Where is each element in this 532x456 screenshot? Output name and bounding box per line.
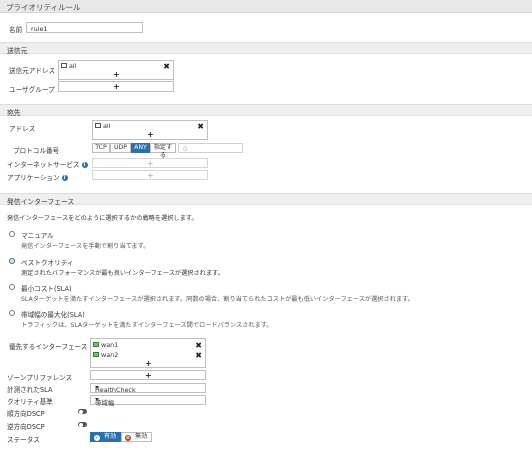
- strategy-best-quality-radio[interactable]: [9, 258, 15, 264]
- preferred-interface-label: 優先するインターフェース: [9, 343, 88, 351]
- reverse-dscp-label: 逆方向DSCP: [7, 423, 45, 431]
- remove-icon[interactable]: ✖: [197, 123, 204, 131]
- remove-icon[interactable]: ✖: [195, 352, 202, 360]
- strategy-best-quality-title[interactable]: ベストクオリティ: [21, 257, 74, 267]
- name-label: 名前: [9, 26, 23, 34]
- strategy-best-quality-desc: 測定されたパフォーマンスが最も良いインターフェースが選択されます。: [21, 270, 224, 277]
- source-address-entry-label: all: [69, 62, 77, 70]
- user-group-field[interactable]: +: [58, 81, 174, 92]
- application-label: アプリケーション i: [7, 172, 68, 182]
- add-icon[interactable]: +: [147, 160, 154, 168]
- source-section-header: 送信元: [0, 42, 532, 55]
- status-enable-button[interactable]: ✓ 有効: [90, 432, 122, 442]
- application-field[interactable]: +: [92, 170, 208, 180]
- protocol-udp-button[interactable]: UDP: [110, 143, 131, 153]
- protocol-number-input[interactable]: 0: [178, 143, 243, 153]
- add-icon[interactable]: +: [145, 372, 152, 380]
- add-icon[interactable]: +: [113, 71, 120, 79]
- outgoing-section-title: 発信インターフェース: [7, 198, 75, 206]
- source-section-title: 送信元: [7, 47, 28, 55]
- measured-sla-label: 計測されたSLA: [7, 386, 53, 394]
- preferred-interface-field[interactable]: wan1 ✖ wan2 ✖ +: [90, 338, 206, 368]
- reverse-dscp-toggle[interactable]: [78, 422, 87, 427]
- internet-service-field[interactable]: +: [92, 158, 208, 168]
- strategy-manual-radio[interactable]: [9, 231, 15, 237]
- protocol-any-button[interactable]: ANY: [131, 143, 150, 153]
- remove-icon[interactable]: ✖: [163, 63, 170, 71]
- interface-icon: [93, 351, 99, 357]
- destination-section-title: 宛先: [7, 109, 21, 117]
- protocol-number-value: 0: [183, 145, 188, 153]
- strategy-max-bandwidth-desc: トラフィックは、SLAターゲットを満たすインターフェース間でロードバランスされま…: [21, 322, 273, 329]
- application-text: アプリケーション: [7, 174, 60, 182]
- name-input[interactable]: rule1: [26, 22, 143, 33]
- status-disable-button[interactable]: ⊘ 無効: [121, 432, 153, 442]
- internet-service-text: インターネットサービス: [7, 161, 80, 169]
- measured-sla-select[interactable]: HealthCheck: [90, 383, 206, 394]
- remove-icon[interactable]: ✖: [195, 342, 202, 350]
- add-icon[interactable]: +: [147, 172, 154, 180]
- destination-address-label: アドレス: [9, 125, 36, 133]
- source-address-entry[interactable]: all: [61, 62, 76, 71]
- strategy-lowest-cost-title[interactable]: 最小コスト(SLA): [21, 283, 72, 293]
- check-icon: ✓: [94, 434, 100, 441]
- info-icon[interactable]: i: [61, 175, 68, 181]
- strategy-manual-title[interactable]: マニュアル: [21, 230, 54, 240]
- destination-address-entry-label: all: [103, 122, 111, 130]
- outgoing-section-header: 発信インターフェース: [0, 193, 532, 206]
- destination-address-entry[interactable]: all: [95, 122, 110, 131]
- zone-preference-field[interactable]: +: [90, 370, 206, 380]
- strategy-manual-desc: 発信インターフェースを手動で割り当てます。: [21, 243, 150, 250]
- info-icon[interactable]: i: [81, 162, 88, 168]
- add-icon[interactable]: +: [145, 360, 152, 368]
- preferred-interface-entry[interactable]: wan1: [93, 341, 118, 350]
- source-address-label: 送信元アドレス: [9, 67, 56, 75]
- outgoing-intro: 発信インターフェースをどのように選択するかの戦略を選択します。: [7, 215, 198, 222]
- zone-preference-label: ゾーンプリファレンス: [7, 374, 73, 382]
- internet-service-label: インターネットサービス i: [7, 159, 88, 169]
- status-label: ステータス: [7, 436, 40, 444]
- strategy-lowest-cost-desc: SLAターゲットを満たすインターフェースが選択されます。同数の場合、割り当てられ…: [21, 296, 414, 303]
- forward-dscp-label: 順方向DSCP: [7, 410, 45, 418]
- block-icon: ⊘: [125, 434, 131, 441]
- add-icon[interactable]: +: [113, 83, 120, 91]
- quality-criteria-select[interactable]: 帯域幅: [90, 395, 206, 407]
- strategy-lowest-cost-radio[interactable]: [9, 284, 15, 290]
- preferred-interface-entry-label: wan2: [101, 351, 119, 359]
- forward-dscp-toggle[interactable]: [78, 409, 87, 414]
- quality-criteria-label: クオリティ基準: [7, 398, 53, 406]
- chevron-down-icon: [95, 385, 99, 389]
- status-enable-label: 有効: [104, 433, 117, 440]
- page-header: プライオリティルール: [0, 0, 532, 13]
- protocol-tcp-button[interactable]: TCP: [92, 143, 110, 153]
- address-icon: [61, 62, 67, 68]
- protocol-label: プロトコル番号: [13, 147, 60, 155]
- status-disable-label: 無効: [135, 433, 148, 440]
- address-icon: [95, 122, 101, 128]
- add-icon[interactable]: +: [147, 131, 154, 139]
- protocol-specify-button[interactable]: 指定する: [150, 143, 176, 159]
- source-address-field[interactable]: all ✖ +: [58, 60, 174, 80]
- name-value: rule1: [31, 24, 48, 33]
- strategy-max-bandwidth-title[interactable]: 帯域幅の最大化(SLA): [21, 309, 85, 319]
- measured-sla-value: HealthCheck: [95, 385, 136, 394]
- preferred-interface-entry[interactable]: wan2: [93, 351, 118, 360]
- destination-address-field[interactable]: all ✖ +: [92, 120, 208, 140]
- protocol-selector: TCP UDP ANY 指定する 0: [92, 143, 252, 159]
- page-title: プライオリティルール: [6, 3, 81, 12]
- strategy-max-bandwidth-radio[interactable]: [9, 310, 15, 316]
- user-group-label: ユーザグループ: [9, 86, 55, 94]
- interface-icon: [93, 341, 99, 347]
- preferred-interface-entry-label: wan1: [101, 341, 119, 349]
- chevron-down-icon: [95, 397, 99, 401]
- destination-section-header: 宛先: [0, 104, 532, 117]
